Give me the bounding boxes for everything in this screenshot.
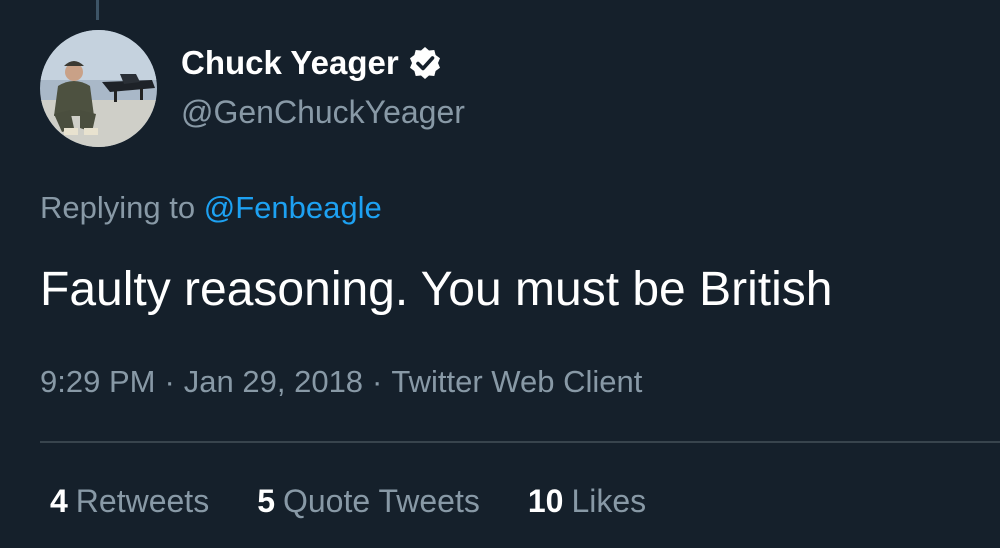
likes-label: Likes <box>571 483 647 519</box>
quote-tweets-stat[interactable]: 5 Quote Tweets <box>257 481 480 521</box>
retweets-count: 4 <box>50 483 68 519</box>
retweets-label: Retweets <box>75 483 210 519</box>
avatar-image <box>40 30 157 147</box>
stats-divider <box>40 441 1000 443</box>
verified-badge-icon <box>407 45 443 81</box>
tweet-meta: 9:29 PM · Jan 29, 2018 · Twitter Web Client <box>40 362 642 402</box>
quote-tweets-count: 5 <box>257 483 275 519</box>
author-name-row[interactable]: Chuck Yeager <box>181 43 443 83</box>
likes-stat[interactable]: 10 Likes <box>528 481 646 521</box>
likes-count: 10 <box>527 483 564 519</box>
tweet-text: Faulty reasoning. You must be British <box>40 263 833 316</box>
meta-separator: · <box>164 364 175 399</box>
quote-tweets-label: Quote Tweets <box>282 483 480 519</box>
author-handle[interactable]: @GenChuckYeager <box>181 92 465 132</box>
tweet-time[interactable]: 9:29 PM <box>40 364 155 399</box>
thread-connector-line <box>96 0 99 20</box>
retweets-stat[interactable]: 4 Retweets <box>50 481 209 521</box>
tweet-date[interactable]: Jan 29, 2018 <box>184 364 363 399</box>
author-display-name[interactable]: Chuck Yeager <box>181 43 399 83</box>
meta-separator: · <box>372 364 383 399</box>
replying-to-label: Replying to <box>40 190 196 225</box>
tweet-stats: 4 Retweets 5 Quote Tweets 10 Likes <box>50 481 694 521</box>
tweet-source[interactable]: Twitter Web Client <box>391 364 642 399</box>
reply-mention-link[interactable]: @Fenbeagle <box>204 190 382 225</box>
avatar[interactable] <box>40 30 157 147</box>
replying-to-line: Replying to @Fenbeagle <box>40 188 382 228</box>
